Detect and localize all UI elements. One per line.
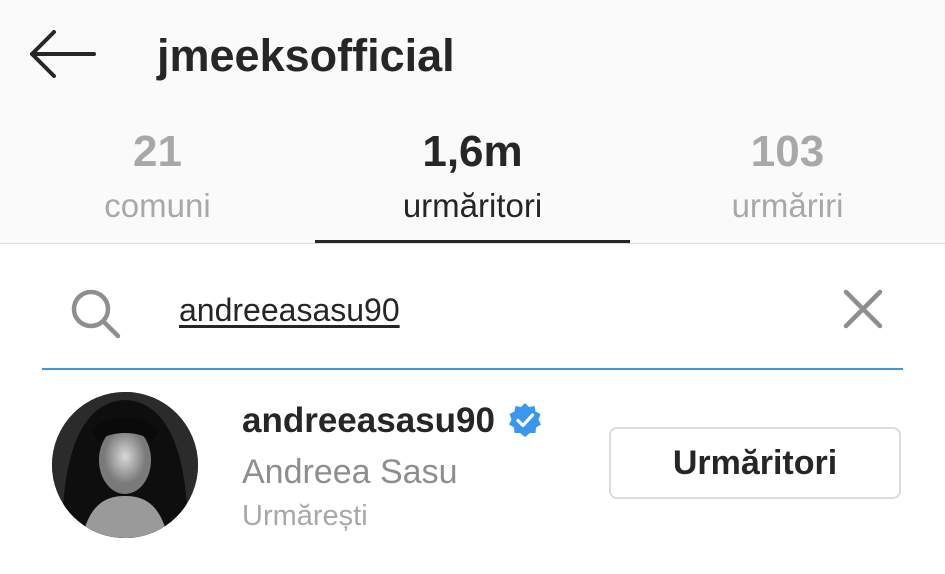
tab-followers[interactable]: 1,6m urmăritori [315,126,630,242]
header-divider [0,243,945,244]
close-icon[interactable] [838,284,888,334]
search-icon [71,289,121,339]
tab-label: urmăritori [402,187,543,224]
tab-mutual[interactable]: 21 comuni [0,126,315,242]
tab-count: 1,6m [422,127,523,176]
tab-count: 21 [133,127,182,176]
avatar-image [52,392,198,538]
back-button[interactable] [28,28,98,80]
tab-count: 103 [750,127,825,176]
search-bar[interactable]: andreeasasu90 [42,268,903,370]
user-list-item[interactable]: andreeasasu90 Andreea Sasu Urmărești Urm… [0,380,945,550]
verified-badge-icon [509,403,541,437]
search-input[interactable]: andreeasasu90 [179,288,400,332]
tab-following[interactable]: 103 urmăriri [630,126,945,242]
page-title: jmeeksofficial [157,30,455,81]
result-full-name: Andreea Sasu [242,453,458,491]
followers-button[interactable]: Urmăritori [609,427,901,499]
tab-label: urmăriri [731,187,844,224]
tab-label: comuni [104,187,211,224]
top-header: jmeeksofficial 21 comuni 1,6m urmăritori… [0,0,945,243]
avatar[interactable] [52,392,198,538]
result-username[interactable]: andreeasasu90 [242,400,495,442]
result-relation: Urmărești [242,500,368,532]
arrow-left-icon [30,30,96,78]
